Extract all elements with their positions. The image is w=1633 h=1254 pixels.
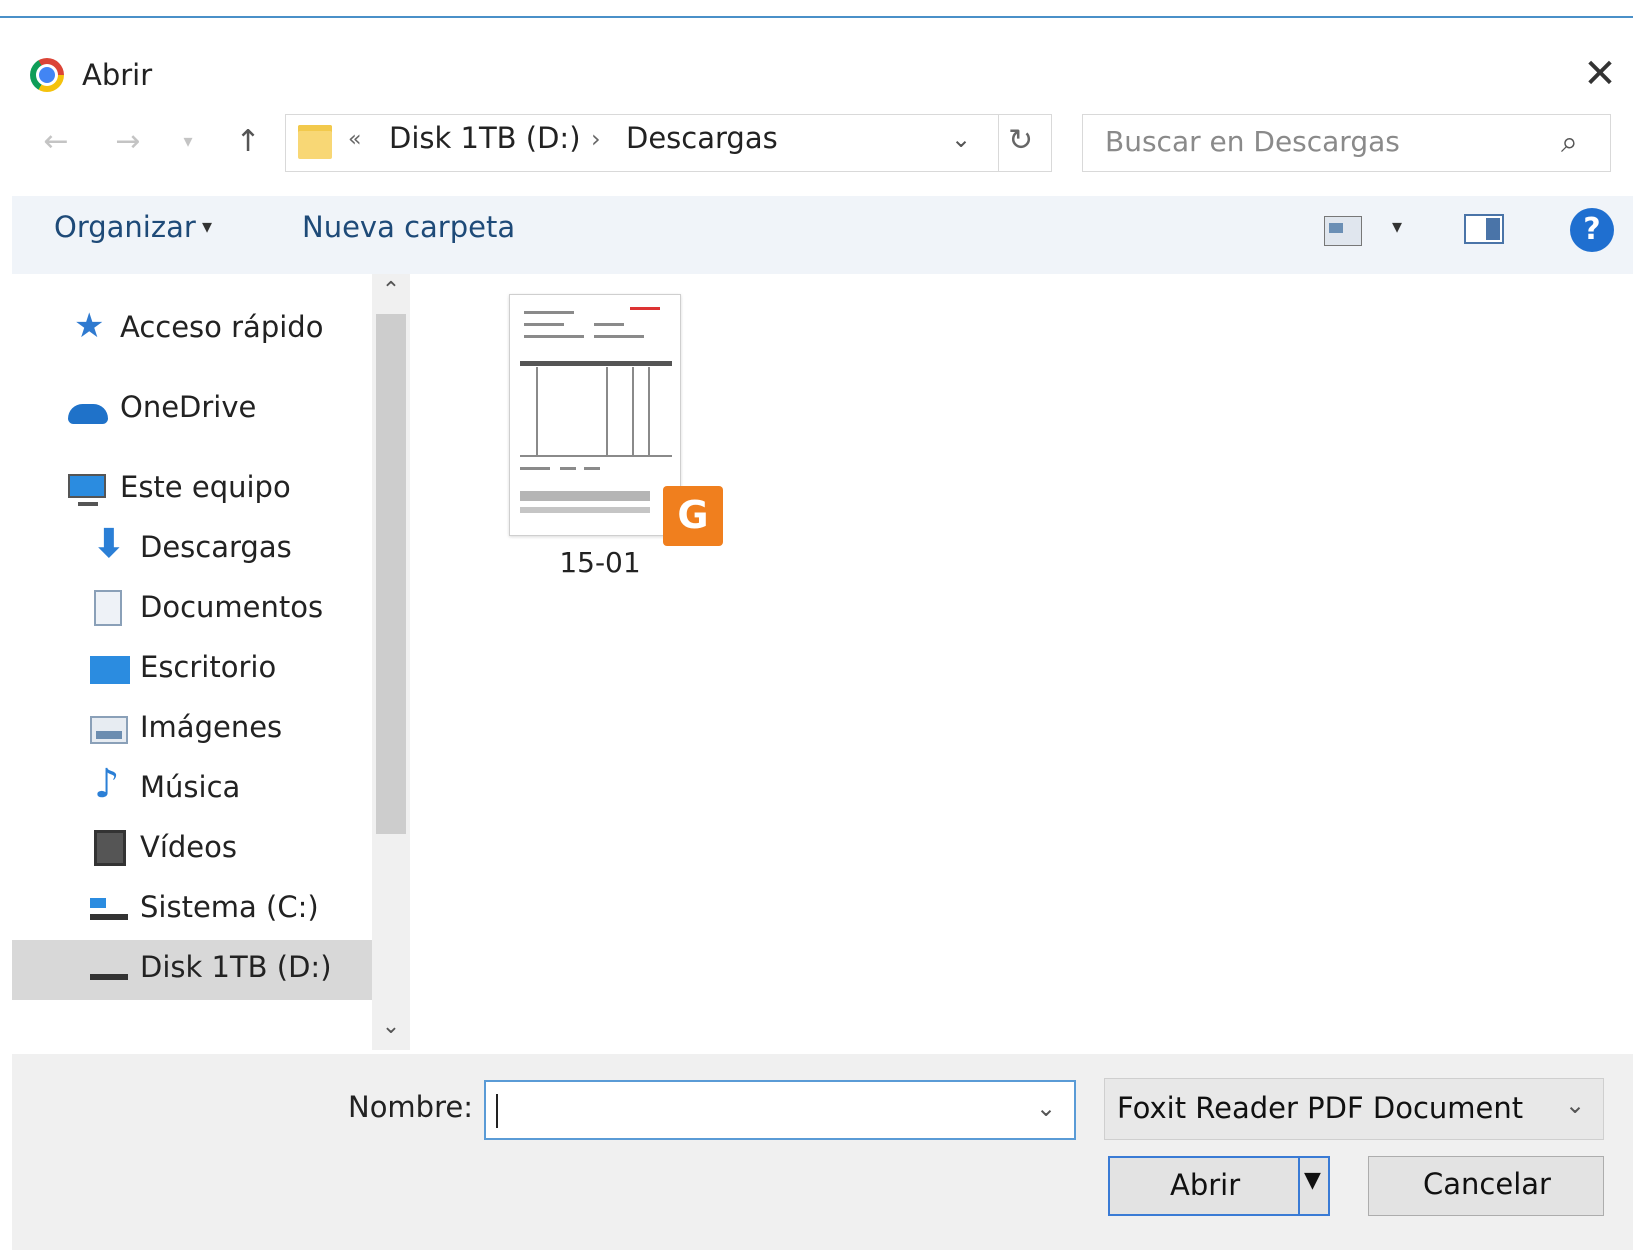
document-icon xyxy=(94,590,122,626)
sidebar-item-label: OneDrive xyxy=(120,390,257,424)
sidebar-item-label: Imágenes xyxy=(140,710,283,744)
sidebar-item-pictures[interactable]: Imágenes xyxy=(12,700,372,760)
file-name: 15-01 xyxy=(559,546,641,579)
up-arrow-icon[interactable]: ↑ xyxy=(226,122,270,162)
cancel-button[interactable]: Cancelar xyxy=(1368,1156,1604,1216)
video-icon xyxy=(94,830,126,866)
sidebar-item-label: Descargas xyxy=(140,530,292,564)
text-cursor xyxy=(496,1094,498,1128)
open-button-divider xyxy=(1298,1158,1300,1214)
address-bar[interactable]: « Disk 1TB (D:) › Descargas ⌄ ↻ xyxy=(285,114,1052,172)
sidebar-item-label: Este equipo xyxy=(120,470,291,504)
organize-caret-icon[interactable]: ▾ xyxy=(202,214,212,238)
sidebar-item-label: Documentos xyxy=(140,590,324,624)
sidebar-item-documents[interactable]: Documentos xyxy=(12,580,372,640)
breadcrumb-drive[interactable]: Disk 1TB (D:) xyxy=(389,121,581,155)
computer-icon xyxy=(68,474,106,506)
address-divider xyxy=(998,115,999,171)
open-button[interactable]: Abrir ▼ xyxy=(1108,1156,1330,1216)
back-arrow-icon[interactable]: ← xyxy=(34,122,78,162)
sidebar-item-music[interactable]: ♪ Música xyxy=(12,760,372,820)
download-icon: ⬇ xyxy=(92,521,126,567)
sidebar-item-desktop[interactable]: Escritorio xyxy=(12,640,372,700)
view-options-caret-icon[interactable]: ▾ xyxy=(1392,214,1402,238)
sidebar-item-disk-d[interactable]: Disk 1TB (D:) xyxy=(12,940,372,1000)
breadcrumb-folder[interactable]: Descargas xyxy=(626,121,778,155)
close-button[interactable]: ✕ xyxy=(1578,52,1622,96)
chrome-icon xyxy=(30,58,64,92)
search-icon[interactable]: ⌕ xyxy=(1561,125,1578,160)
search-input[interactable]: Buscar en Descargas ⌕ xyxy=(1082,114,1611,172)
music-icon: ♪ xyxy=(94,761,120,807)
file-type-select[interactable]: Foxit Reader PDF Document ⌄ xyxy=(1104,1078,1604,1140)
folder-icon xyxy=(298,125,332,159)
scroll-down-icon[interactable]: ⌄ xyxy=(372,1014,410,1044)
file-type-dropdown-icon[interactable]: ⌄ xyxy=(1565,1091,1585,1119)
sidebar-item-label: Escritorio xyxy=(140,650,277,684)
file-name-dropdown-icon[interactable]: ⌄ xyxy=(1036,1094,1056,1122)
sidebar-item-label: Disk 1TB (D:) xyxy=(140,950,332,984)
file-name-input[interactable]: ⌄ xyxy=(484,1080,1076,1140)
scroll-up-icon[interactable]: ⌃ xyxy=(372,278,410,308)
recent-locations-chevron-icon[interactable]: ▾ xyxy=(166,122,210,162)
dialog-footer: Nombre: ⌄ Foxit Reader PDF Document ⌄ Ab… xyxy=(12,1054,1633,1250)
pictures-icon xyxy=(90,716,128,744)
sidebar-item-quick-access[interactable]: ★ Acceso rápido xyxy=(12,300,372,360)
sidebar-item-onedrive[interactable]: OneDrive xyxy=(12,380,372,440)
desktop-icon xyxy=(90,656,130,684)
sidebar-item-label: Acceso rápido xyxy=(120,310,324,344)
change-view-icon[interactable] xyxy=(1324,216,1362,246)
title-bar: Abrir ✕ xyxy=(0,18,1633,102)
sidebar-item-this-pc[interactable]: Este equipo xyxy=(12,460,372,520)
preview-pane-icon[interactable] xyxy=(1464,214,1504,244)
cloud-icon xyxy=(68,404,108,424)
sidebar-item-label: Vídeos xyxy=(140,830,237,864)
system-drive-icon xyxy=(90,898,128,920)
navigation-pane: ★ Acceso rápido OneDrive Este equipo ⬇ D… xyxy=(12,274,372,1050)
help-icon[interactable]: ? xyxy=(1570,208,1614,252)
sidebar-item-downloads[interactable]: ⬇ Descargas xyxy=(12,520,372,580)
new-folder-button[interactable]: Nueva carpeta xyxy=(302,210,515,244)
address-dropdown-icon[interactable]: ⌄ xyxy=(951,125,971,153)
pdf-thumbnail-icon xyxy=(509,294,681,536)
sidebar-item-label: Sistema (C:) xyxy=(140,890,319,924)
organize-button[interactable]: Organizar xyxy=(54,210,196,244)
address-overflow-icon[interactable]: « xyxy=(348,127,361,152)
open-button-label: Abrir xyxy=(1170,1168,1241,1202)
scrollbar-thumb[interactable] xyxy=(376,314,406,834)
file-type-value: Foxit Reader PDF Document xyxy=(1117,1091,1524,1125)
search-placeholder: Buscar en Descargas xyxy=(1105,125,1400,158)
forward-arrow-icon[interactable]: → xyxy=(106,122,150,162)
breadcrumb-separator-icon[interactable]: › xyxy=(591,125,601,153)
sidebar-item-videos[interactable]: Vídeos xyxy=(12,820,372,880)
star-icon: ★ xyxy=(74,306,105,346)
window-title: Abrir xyxy=(82,58,153,92)
file-item[interactable]: G 15-01 xyxy=(505,290,725,590)
sidebar-item-label: Música xyxy=(140,770,241,804)
sidebar-scrollbar[interactable]: ⌃ ⌄ xyxy=(372,274,410,1050)
foxit-reader-icon: G xyxy=(663,486,723,546)
drive-icon xyxy=(90,960,128,980)
sidebar-item-system-c[interactable]: Sistema (C:) xyxy=(12,880,372,940)
command-toolbar: Organizar ▾ Nueva carpeta ▾ ? xyxy=(12,196,1633,274)
open-options-caret-icon[interactable]: ▼ xyxy=(1304,1168,1321,1193)
refresh-icon[interactable]: ↻ xyxy=(1008,123,1033,158)
cancel-button-label: Cancelar xyxy=(1423,1167,1551,1201)
file-name-label: Nombre: xyxy=(348,1090,473,1124)
